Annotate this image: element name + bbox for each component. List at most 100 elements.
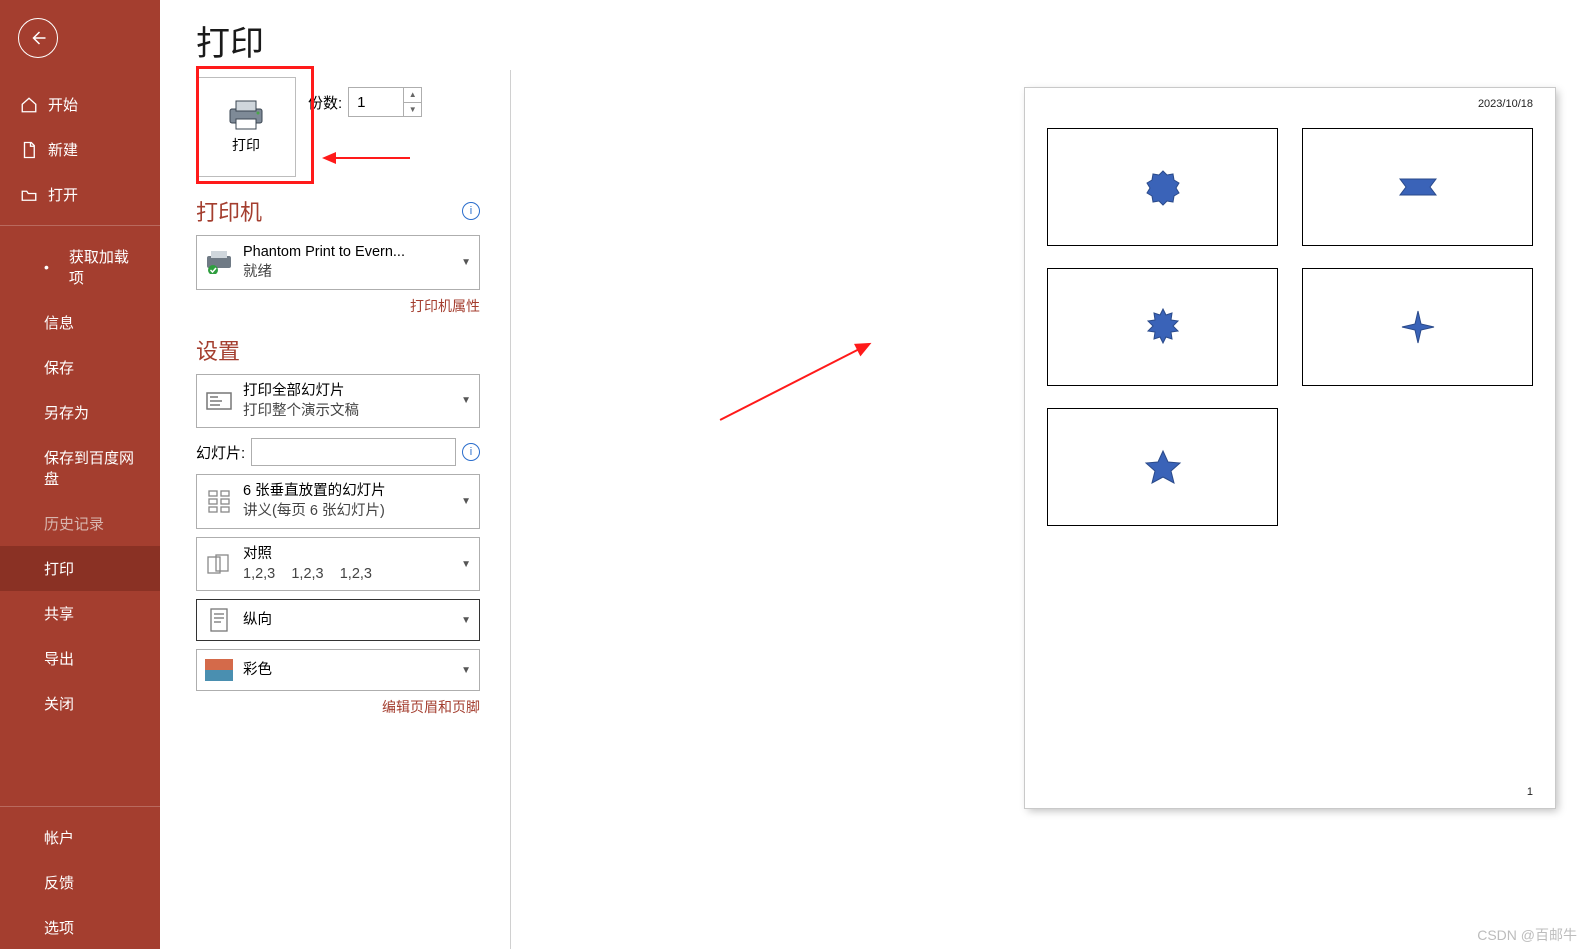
nav-label: 选项 — [44, 917, 74, 938]
sparkle-shape-icon — [1398, 307, 1438, 347]
nav-save[interactable]: 保存 — [0, 345, 160, 390]
slide-thumb-2 — [1302, 128, 1533, 246]
slides-label: 幻灯片: — [196, 442, 245, 463]
collate-icon — [205, 550, 233, 578]
nav-history[interactable]: 历史记录 — [0, 501, 160, 546]
ribbon-shape-icon — [1398, 167, 1438, 207]
nav-label: 历史记录 — [44, 513, 104, 534]
nav-label: 关闭 — [44, 693, 74, 714]
combo-line1: 纵向 — [243, 610, 451, 630]
copies-label: 份数: — [308, 92, 342, 113]
star-shape-icon — [1143, 447, 1183, 487]
printer-properties-link[interactable]: 打印机属性 — [196, 296, 480, 316]
slide-thumb-3 — [1047, 268, 1278, 386]
nav-label: 新建 — [48, 139, 78, 160]
nav-open[interactable]: 打开 — [0, 172, 160, 217]
nav-label: 导出 — [44, 648, 74, 669]
chevron-down-icon: ▼ — [461, 615, 471, 626]
file-icon — [20, 141, 38, 159]
info-icon[interactable]: i — [462, 202, 480, 220]
orientation-select[interactable]: 纵向 ▼ — [196, 599, 480, 641]
burst-shape-icon — [1143, 307, 1183, 347]
slide-thumb-1 — [1047, 128, 1278, 246]
preview-page-number: 1 — [1527, 786, 1533, 798]
combo-line1: 彩色 — [243, 660, 451, 680]
combo-line2: 打印整个演示文稿 — [243, 401, 451, 421]
nav-export[interactable]: 导出 — [0, 636, 160, 681]
collate-select[interactable]: 对照 1,2,3 1,2,3 1,2,3 ▼ — [196, 537, 480, 592]
printer-icon — [226, 99, 266, 131]
copies-input[interactable] — [349, 88, 403, 116]
printer-heading: 打印机 — [196, 195, 262, 227]
nav-new[interactable]: 新建 — [0, 127, 160, 172]
divider — [0, 225, 160, 226]
divider — [0, 806, 160, 807]
slide-thumb-5 — [1047, 408, 1278, 526]
nav-label: 开始 — [48, 94, 78, 115]
printer-select[interactable]: Phantom Print to Evern... 就绪 ▼ — [196, 235, 480, 290]
nav-account[interactable]: 帐户 — [0, 815, 160, 860]
backstage-sidebar: 开始 新建 打开 获取加载项 信息 保存 另存为 保存到百度网盘 历史记录 打印… — [0, 0, 160, 949]
print-settings-panel: 打印 打印 份数: ▲ — [160, 0, 510, 949]
seal-shape-icon — [1143, 167, 1183, 207]
color-select[interactable]: 彩色 ▼ — [196, 649, 480, 691]
combo-line2: 1,2,3 1,2,3 1,2,3 — [243, 564, 451, 584]
slide-thumb-empty — [1302, 408, 1533, 526]
nav-label: 打印 — [44, 558, 74, 579]
printer-status: 就绪 — [243, 262, 451, 282]
nav-saveas[interactable]: 另存为 — [0, 390, 160, 435]
chevron-down-icon: ▼ — [461, 496, 471, 507]
print-preview-area: 2023/10/18 — [511, 0, 1595, 949]
nav-save-baidu[interactable]: 保存到百度网盘 — [0, 435, 160, 501]
print-button[interactable]: 打印 — [196, 77, 296, 177]
printer-name: Phantom Print to Evern... — [243, 242, 451, 262]
nav-info[interactable]: 信息 — [0, 300, 160, 345]
nav-label: 共享 — [44, 603, 74, 624]
nav-home[interactable]: 开始 — [0, 82, 160, 127]
chevron-down-icon: ▼ — [461, 559, 471, 570]
nav-label: 保存到百度网盘 — [44, 447, 140, 489]
combo-line1: 打印全部幻灯片 — [243, 381, 451, 401]
nav-options[interactable]: 选项 — [0, 905, 160, 950]
home-icon — [20, 96, 38, 114]
back-button[interactable] — [18, 18, 58, 58]
nav-label: 保存 — [44, 357, 74, 378]
nav-close[interactable]: 关闭 — [0, 681, 160, 726]
spin-down[interactable]: ▼ — [404, 102, 421, 117]
printer-ready-icon — [205, 248, 233, 276]
print-button-label: 打印 — [232, 135, 260, 155]
nav-label: 获取加载项 — [69, 246, 140, 288]
chevron-down-icon: ▼ — [461, 665, 471, 676]
preview-date: 2023/10/18 — [1478, 98, 1533, 110]
copies-spinner[interactable]: ▲ ▼ — [348, 87, 422, 117]
slide-thumb-4 — [1302, 268, 1533, 386]
spin-up[interactable]: ▲ — [404, 88, 421, 102]
edit-header-footer-link[interactable]: 编辑页眉和页脚 — [196, 697, 480, 717]
nav-share[interactable]: 共享 — [0, 591, 160, 636]
handout-layout-select[interactable]: 6 张垂直放置的幻灯片 讲义(每页 6 张幻灯片) ▼ — [196, 474, 480, 529]
back-arrow-icon — [29, 29, 47, 47]
combo-line1: 对照 — [243, 544, 451, 564]
info-icon[interactable]: i — [462, 443, 480, 461]
chevron-down-icon: ▼ — [461, 395, 471, 406]
print-range-select[interactable]: 打印全部幻灯片 打印整个演示文稿 ▼ — [196, 374, 480, 429]
nav-print[interactable]: 打印 — [0, 546, 160, 591]
page-title: 打印 — [196, 16, 480, 65]
color-swatch-icon — [205, 656, 233, 684]
grid-icon — [205, 487, 233, 515]
nav-addins[interactable]: 获取加载项 — [0, 234, 160, 300]
nav-label: 另存为 — [44, 402, 89, 423]
watermark: CSDN @百邮牛 — [1477, 925, 1577, 945]
chevron-down-icon: ▼ — [461, 257, 471, 268]
portrait-icon — [205, 606, 233, 634]
folder-open-icon — [20, 186, 38, 204]
nav-label: 信息 — [44, 312, 74, 333]
combo-line2: 讲义(每页 6 张幻灯片) — [243, 501, 451, 521]
nav-label: 帐户 — [44, 827, 74, 848]
nav-label: 打开 — [48, 184, 78, 205]
preview-page: 2023/10/18 — [1025, 88, 1555, 808]
nav-feedback[interactable]: 反馈 — [0, 860, 160, 905]
slides-input[interactable] — [251, 438, 456, 466]
settings-heading: 设置 — [196, 334, 240, 366]
nav-label: 反馈 — [44, 872, 74, 893]
